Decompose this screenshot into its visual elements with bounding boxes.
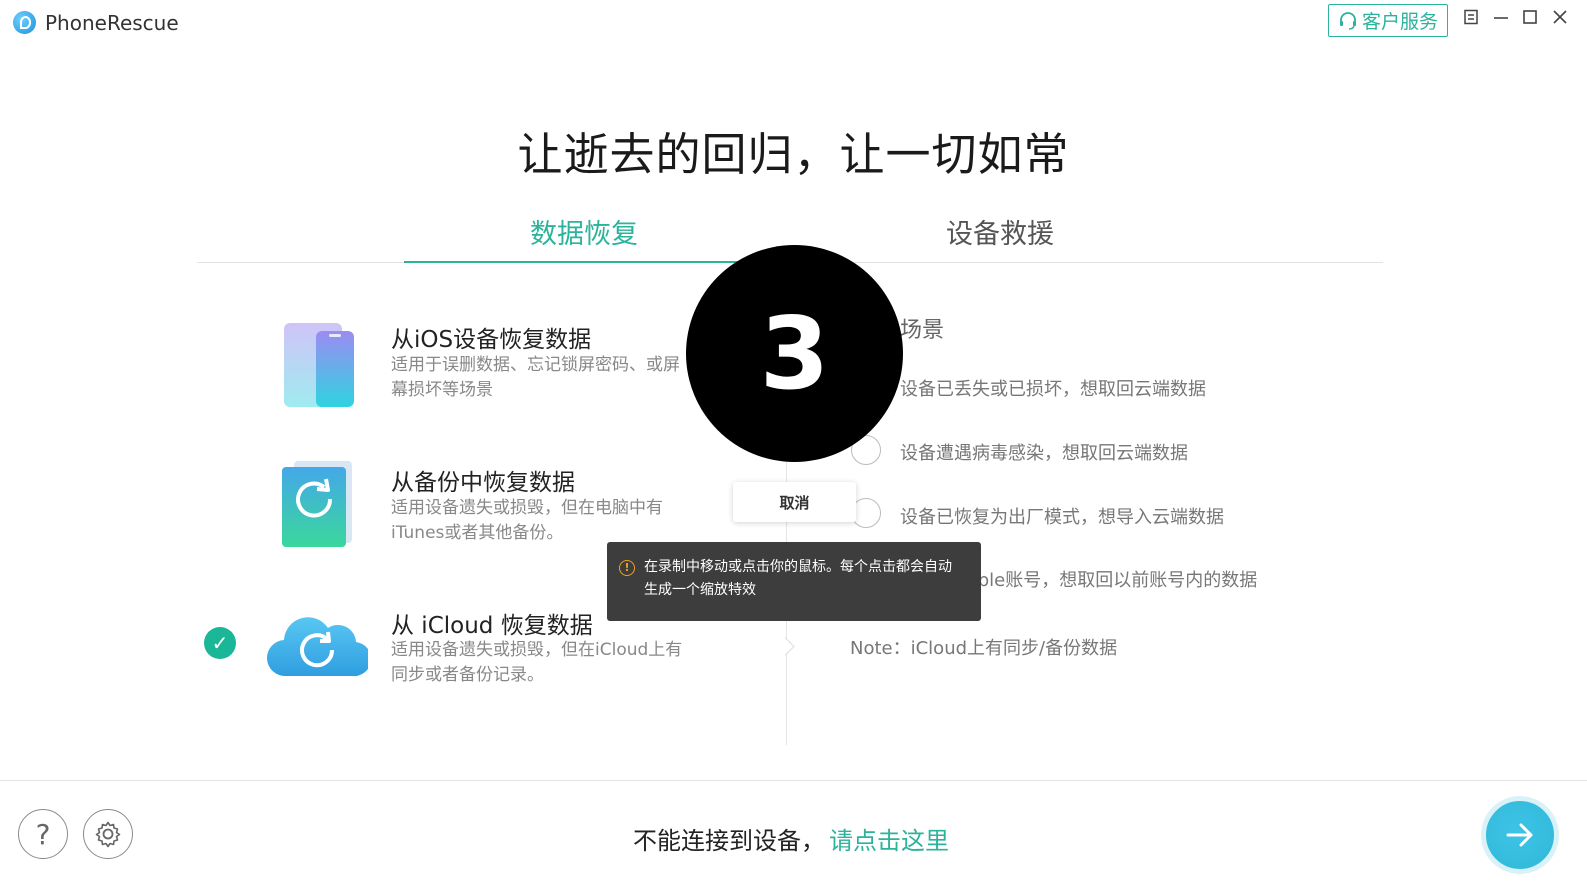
close-icon: [1553, 10, 1567, 24]
option-backup-desc: 适用设备遗失或损毁，但在电脑中有iTunes或者其他备份。: [391, 498, 663, 543]
option-ios-device[interactable]: 从iOS设备恢复数据 适用于误删数据、忘记锁屏密码、或屏幕损坏等场景: [200, 312, 760, 432]
divider-pointer: [776, 637, 795, 656]
maximize-button[interactable]: [1520, 9, 1540, 29]
icloud-icon: [266, 617, 368, 677]
minimize-button[interactable]: [1491, 9, 1511, 29]
recording-countdown: 3: [686, 245, 903, 462]
menu-button[interactable]: [1461, 9, 1481, 29]
help-icon: ?: [35, 817, 51, 851]
customer-service-label: 客户服务: [1361, 11, 1438, 33]
settings-button[interactable]: [83, 809, 133, 859]
scenario-item: 设备遭遇病毒感染，想取回云端数据: [900, 443, 1188, 464]
recording-tooltip: ! 在录制中移动或点击你的鼠标。每个点击都会自动生成一个缩放特效: [607, 542, 981, 621]
option-icloud-desc: 适用设备遗失或损毁，但在iCloud上有同步或者备份记录。: [391, 640, 683, 685]
maximize-icon: [1523, 10, 1537, 24]
warning-icon: !: [619, 560, 635, 576]
option-backup-title: 从备份中恢复数据: [391, 470, 575, 496]
headset-icon: [1339, 11, 1356, 30]
option-ios-title: 从iOS设备恢复数据: [391, 327, 592, 353]
close-button[interactable]: [1550, 9, 1570, 29]
footer-divider: [0, 780, 1587, 781]
scenario-item: 设备已丢失或已损坏，想取回云端数据: [900, 379, 1206, 400]
iphone-icon: [284, 323, 354, 407]
scenario-heading: 场景: [900, 318, 945, 343]
scenario-note: Note：iCloud上有同步/备份数据: [850, 638, 1118, 659]
recording-tooltip-text: 在录制中移动或点击你的鼠标。每个点击都会自动生成一个缩放特效: [644, 559, 952, 598]
arrow-right-icon: [1506, 823, 1533, 847]
tab-data-recovery[interactable]: 数据恢复: [530, 212, 638, 251]
minimize-icon: [1494, 17, 1508, 19]
customer-service-button[interactable]: 客户服务: [1328, 4, 1448, 37]
app-title: PhoneRescue: [45, 11, 179, 35]
cannot-connect-text: 不能连接到设备，: [633, 827, 825, 855]
gear-icon: [95, 821, 121, 848]
scenario-item: 设备已恢复为出厂模式，想导入云端数据: [900, 507, 1224, 528]
help-connect-link[interactable]: 请点击这里: [829, 821, 949, 856]
menu-icon: [1464, 9, 1478, 25]
next-button[interactable]: [1481, 796, 1559, 874]
tab-device-rescue[interactable]: 设备救援: [946, 212, 1054, 251]
backup-file-icon: [282, 461, 352, 547]
help-button[interactable]: ?: [18, 809, 68, 859]
option-icloud-title: 从 iCloud 恢复数据: [391, 613, 593, 639]
app-logo-icon: [13, 11, 36, 34]
hero-title: 让逝去的回归，让一切如常: [517, 128, 1070, 181]
tab-active-indicator: [404, 261, 764, 263]
option-ios-desc: 适用于误删数据、忘记锁屏密码、或屏幕损坏等场景: [391, 355, 680, 400]
cancel-recording-button[interactable]: 取消: [733, 482, 856, 522]
